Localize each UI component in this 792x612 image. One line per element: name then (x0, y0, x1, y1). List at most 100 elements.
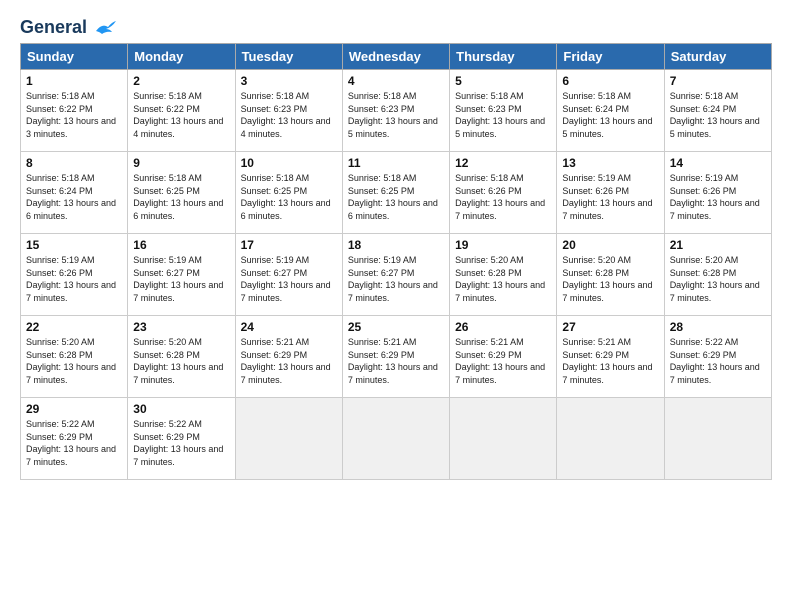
table-row: 15 Sunrise: 5:19 AMSunset: 6:26 PMDaylig… (21, 234, 128, 316)
cell-details: Sunrise: 5:20 AMSunset: 6:28 PMDaylight:… (133, 336, 229, 386)
table-row (664, 398, 771, 480)
day-number: 19 (455, 238, 551, 252)
day-number: 11 (348, 156, 444, 170)
cell-details: Sunrise: 5:18 AMSunset: 6:25 PMDaylight:… (241, 172, 337, 222)
table-row: 26 Sunrise: 5:21 AMSunset: 6:29 PMDaylig… (450, 316, 557, 398)
day-number: 23 (133, 320, 229, 334)
cell-details: Sunrise: 5:21 AMSunset: 6:29 PMDaylight:… (348, 336, 444, 386)
day-number: 6 (562, 74, 658, 88)
table-row: 3 Sunrise: 5:18 AMSunset: 6:23 PMDayligh… (235, 70, 342, 152)
day-number: 26 (455, 320, 551, 334)
cell-details: Sunrise: 5:21 AMSunset: 6:29 PMDaylight:… (241, 336, 337, 386)
table-row (235, 398, 342, 480)
cell-details: Sunrise: 5:18 AMSunset: 6:23 PMDaylight:… (348, 90, 444, 140)
day-number: 8 (26, 156, 122, 170)
table-row: 8 Sunrise: 5:18 AMSunset: 6:24 PMDayligh… (21, 152, 128, 234)
day-number: 4 (348, 74, 444, 88)
cell-details: Sunrise: 5:19 AMSunset: 6:26 PMDaylight:… (670, 172, 766, 222)
logo: General (20, 18, 116, 37)
page: General SundayMondayTuesdayWednesdayThur… (0, 0, 792, 612)
day-number: 17 (241, 238, 337, 252)
col-header-friday: Friday (557, 44, 664, 70)
cell-details: Sunrise: 5:20 AMSunset: 6:28 PMDaylight:… (670, 254, 766, 304)
logo-text: General (20, 18, 116, 37)
cell-details: Sunrise: 5:19 AMSunset: 6:27 PMDaylight:… (241, 254, 337, 304)
day-number: 16 (133, 238, 229, 252)
table-row (450, 398, 557, 480)
cell-details: Sunrise: 5:19 AMSunset: 6:27 PMDaylight:… (348, 254, 444, 304)
table-row: 1 Sunrise: 5:18 AMSunset: 6:22 PMDayligh… (21, 70, 128, 152)
calendar-week-row: 22 Sunrise: 5:20 AMSunset: 6:28 PMDaylig… (21, 316, 772, 398)
day-number: 12 (455, 156, 551, 170)
calendar-week-row: 15 Sunrise: 5:19 AMSunset: 6:26 PMDaylig… (21, 234, 772, 316)
day-number: 20 (562, 238, 658, 252)
logo-bird-icon (94, 19, 116, 37)
day-number: 25 (348, 320, 444, 334)
day-number: 7 (670, 74, 766, 88)
col-header-sunday: Sunday (21, 44, 128, 70)
day-number: 30 (133, 402, 229, 416)
table-row: 16 Sunrise: 5:19 AMSunset: 6:27 PMDaylig… (128, 234, 235, 316)
col-header-saturday: Saturday (664, 44, 771, 70)
day-number: 27 (562, 320, 658, 334)
table-row: 12 Sunrise: 5:18 AMSunset: 6:26 PMDaylig… (450, 152, 557, 234)
table-row: 17 Sunrise: 5:19 AMSunset: 6:27 PMDaylig… (235, 234, 342, 316)
day-number: 3 (241, 74, 337, 88)
cell-details: Sunrise: 5:19 AMSunset: 6:27 PMDaylight:… (133, 254, 229, 304)
table-row: 4 Sunrise: 5:18 AMSunset: 6:23 PMDayligh… (342, 70, 449, 152)
table-row: 25 Sunrise: 5:21 AMSunset: 6:29 PMDaylig… (342, 316, 449, 398)
table-row: 11 Sunrise: 5:18 AMSunset: 6:25 PMDaylig… (342, 152, 449, 234)
col-header-monday: Monday (128, 44, 235, 70)
day-number: 21 (670, 238, 766, 252)
table-row: 24 Sunrise: 5:21 AMSunset: 6:29 PMDaylig… (235, 316, 342, 398)
day-number: 22 (26, 320, 122, 334)
cell-details: Sunrise: 5:19 AMSunset: 6:26 PMDaylight:… (26, 254, 122, 304)
table-row: 9 Sunrise: 5:18 AMSunset: 6:25 PMDayligh… (128, 152, 235, 234)
cell-details: Sunrise: 5:18 AMSunset: 6:25 PMDaylight:… (348, 172, 444, 222)
day-number: 10 (241, 156, 337, 170)
day-number: 9 (133, 156, 229, 170)
header: General (20, 18, 772, 37)
cell-details: Sunrise: 5:22 AMSunset: 6:29 PMDaylight:… (133, 418, 229, 468)
day-number: 14 (670, 156, 766, 170)
table-row: 27 Sunrise: 5:21 AMSunset: 6:29 PMDaylig… (557, 316, 664, 398)
calendar-week-row: 1 Sunrise: 5:18 AMSunset: 6:22 PMDayligh… (21, 70, 772, 152)
day-number: 18 (348, 238, 444, 252)
cell-details: Sunrise: 5:20 AMSunset: 6:28 PMDaylight:… (562, 254, 658, 304)
table-row: 19 Sunrise: 5:20 AMSunset: 6:28 PMDaylig… (450, 234, 557, 316)
cell-details: Sunrise: 5:22 AMSunset: 6:29 PMDaylight:… (670, 336, 766, 386)
cell-details: Sunrise: 5:20 AMSunset: 6:28 PMDaylight:… (455, 254, 551, 304)
cell-details: Sunrise: 5:18 AMSunset: 6:24 PMDaylight:… (562, 90, 658, 140)
table-row: 10 Sunrise: 5:18 AMSunset: 6:25 PMDaylig… (235, 152, 342, 234)
table-row: 2 Sunrise: 5:18 AMSunset: 6:22 PMDayligh… (128, 70, 235, 152)
calendar-week-row: 8 Sunrise: 5:18 AMSunset: 6:24 PMDayligh… (21, 152, 772, 234)
cell-details: Sunrise: 5:18 AMSunset: 6:23 PMDaylight:… (455, 90, 551, 140)
cell-details: Sunrise: 5:18 AMSunset: 6:22 PMDaylight:… (133, 90, 229, 140)
cell-details: Sunrise: 5:21 AMSunset: 6:29 PMDaylight:… (562, 336, 658, 386)
cell-details: Sunrise: 5:18 AMSunset: 6:26 PMDaylight:… (455, 172, 551, 222)
cell-details: Sunrise: 5:18 AMSunset: 6:25 PMDaylight:… (133, 172, 229, 222)
table-row (557, 398, 664, 480)
col-header-tuesday: Tuesday (235, 44, 342, 70)
table-row: 20 Sunrise: 5:20 AMSunset: 6:28 PMDaylig… (557, 234, 664, 316)
table-row: 29 Sunrise: 5:22 AMSunset: 6:29 PMDaylig… (21, 398, 128, 480)
cell-details: Sunrise: 5:18 AMSunset: 6:24 PMDaylight:… (670, 90, 766, 140)
col-header-wednesday: Wednesday (342, 44, 449, 70)
table-row: 28 Sunrise: 5:22 AMSunset: 6:29 PMDaylig… (664, 316, 771, 398)
cell-details: Sunrise: 5:19 AMSunset: 6:26 PMDaylight:… (562, 172, 658, 222)
day-number: 1 (26, 74, 122, 88)
cell-details: Sunrise: 5:18 AMSunset: 6:24 PMDaylight:… (26, 172, 122, 222)
day-number: 15 (26, 238, 122, 252)
table-row: 7 Sunrise: 5:18 AMSunset: 6:24 PMDayligh… (664, 70, 771, 152)
table-row: 23 Sunrise: 5:20 AMSunset: 6:28 PMDaylig… (128, 316, 235, 398)
table-row: 6 Sunrise: 5:18 AMSunset: 6:24 PMDayligh… (557, 70, 664, 152)
day-number: 2 (133, 74, 229, 88)
cell-details: Sunrise: 5:18 AMSunset: 6:22 PMDaylight:… (26, 90, 122, 140)
day-number: 28 (670, 320, 766, 334)
cell-details: Sunrise: 5:18 AMSunset: 6:23 PMDaylight:… (241, 90, 337, 140)
table-row: 13 Sunrise: 5:19 AMSunset: 6:26 PMDaylig… (557, 152, 664, 234)
table-row: 18 Sunrise: 5:19 AMSunset: 6:27 PMDaylig… (342, 234, 449, 316)
cell-details: Sunrise: 5:21 AMSunset: 6:29 PMDaylight:… (455, 336, 551, 386)
day-number: 29 (26, 402, 122, 416)
calendar-week-row: 29 Sunrise: 5:22 AMSunset: 6:29 PMDaylig… (21, 398, 772, 480)
